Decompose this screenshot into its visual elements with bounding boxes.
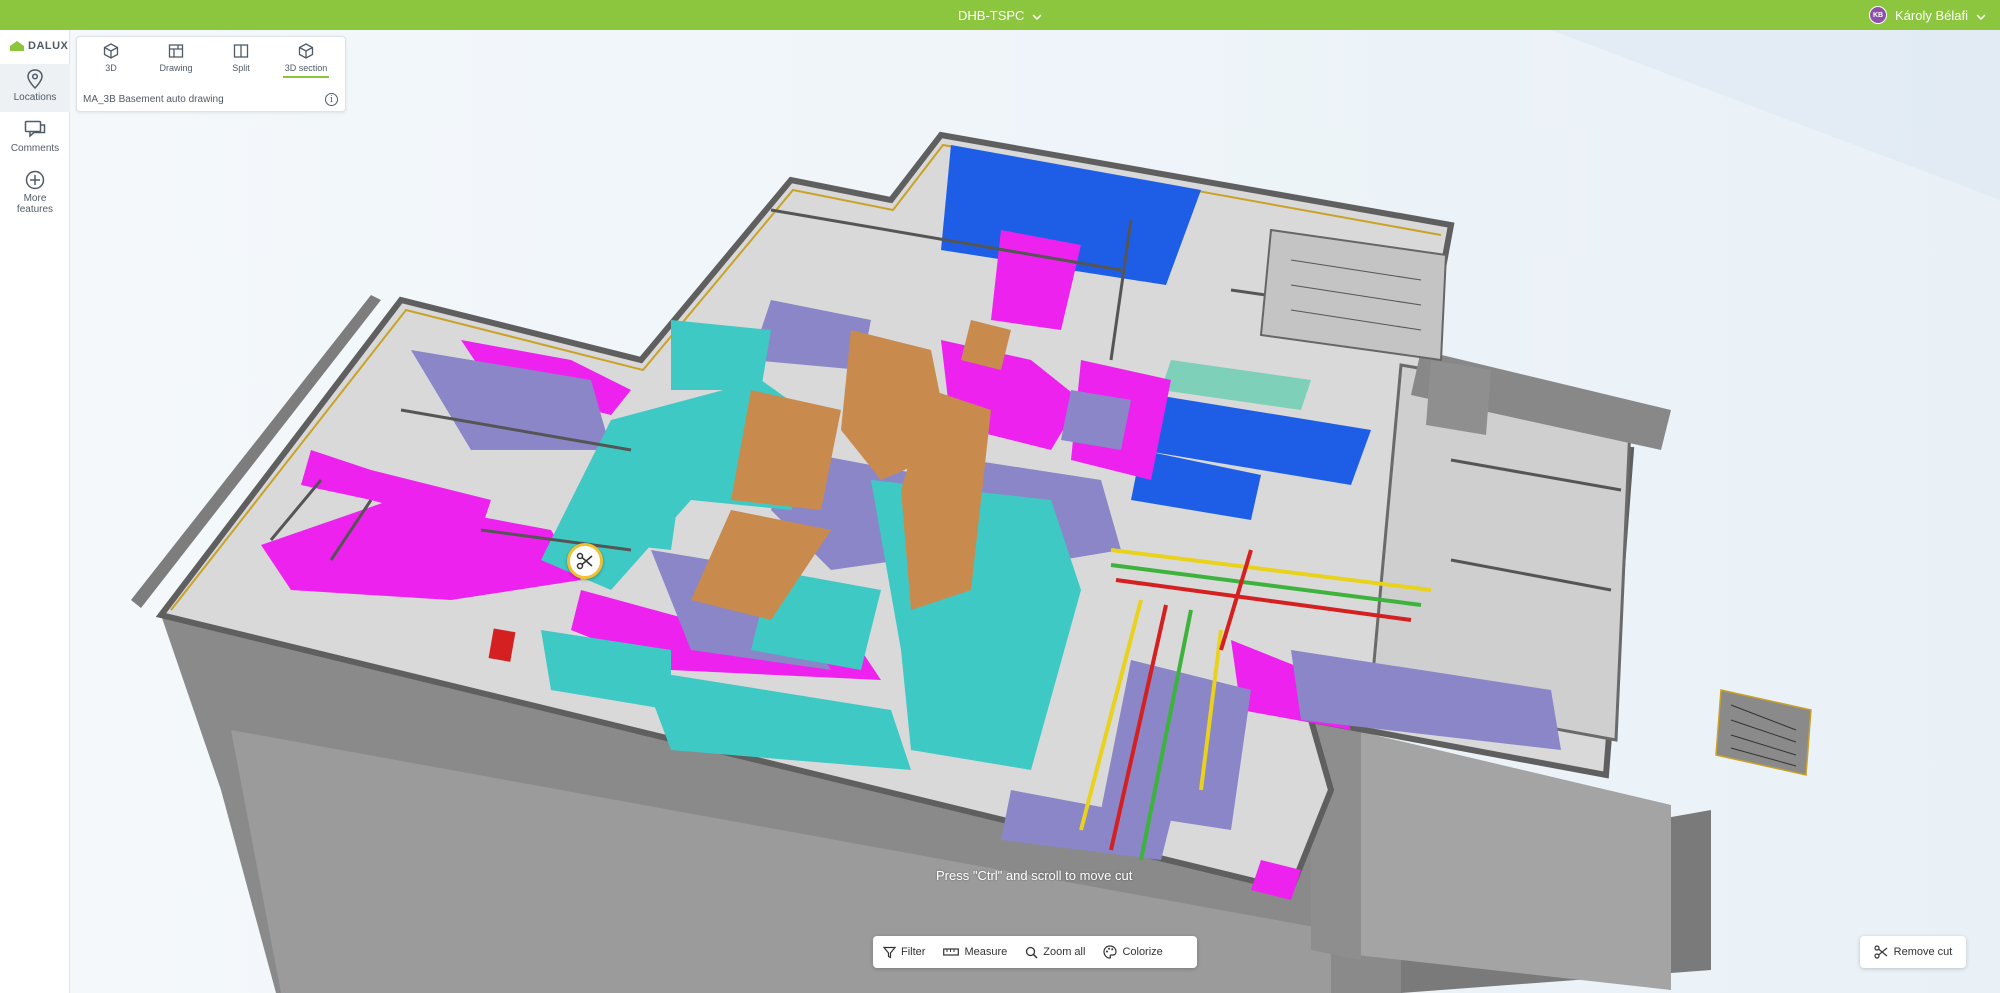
project-selector[interactable]: DHB-TSPC bbox=[958, 0, 1042, 30]
move-cut-hint: Press "Ctrl" and scroll to move cut bbox=[936, 868, 1133, 883]
scissors-icon bbox=[1874, 945, 1888, 959]
cube-icon bbox=[103, 43, 119, 59]
view-mode-panel: 3D Drawing Split 3D section MA_3B Baseme… bbox=[76, 36, 346, 112]
left-sidebar: DALUX Locations Comments More features bbox=[0, 30, 70, 993]
info-icon[interactable]: i bbox=[325, 93, 338, 106]
map-pin-icon bbox=[27, 69, 43, 89]
section-cut-handle[interactable] bbox=[567, 543, 603, 579]
tab-3d-section[interactable]: 3D section bbox=[278, 43, 334, 78]
drawing-icon bbox=[168, 44, 184, 58]
ruler-icon bbox=[943, 948, 960, 956]
sidebar-item-locations[interactable]: Locations bbox=[0, 64, 70, 112]
location-name: MA_3B Basement auto drawing bbox=[83, 94, 224, 105]
split-icon bbox=[233, 44, 249, 58]
user-menu[interactable]: KB Károly Bélafi bbox=[1869, 0, 1986, 30]
house-logo-icon bbox=[10, 41, 24, 51]
tab-drawing[interactable]: Drawing bbox=[148, 43, 204, 73]
building-3d-model[interactable] bbox=[71, 30, 2000, 993]
filter-icon bbox=[883, 946, 896, 958]
remove-cut-button[interactable]: Remove cut bbox=[1860, 936, 1966, 968]
filter-button[interactable]: Filter bbox=[883, 946, 925, 959]
scissors-icon bbox=[576, 552, 593, 570]
chevron-down-icon bbox=[1976, 8, 1986, 23]
sidebar-item-more-features[interactable]: More features bbox=[0, 170, 70, 226]
dalux-logo: DALUX bbox=[9, 40, 68, 52]
section-cube-icon bbox=[298, 43, 314, 59]
sidebar-item-label: More features bbox=[16, 193, 54, 215]
bottom-toolbar: Filter Measure Zoom all Colorize bbox=[873, 936, 1197, 968]
project-name: DHB-TSPC bbox=[958, 7, 1025, 23]
search-icon bbox=[1026, 946, 1038, 959]
plus-circle-icon bbox=[25, 170, 45, 190]
measure-button[interactable]: Measure bbox=[943, 946, 1007, 958]
user-name: Károly Bélafi bbox=[1895, 7, 1968, 23]
sidebar-item-label: Comments bbox=[10, 143, 60, 154]
comment-icon bbox=[24, 120, 46, 138]
sidebar-item-label: Locations bbox=[13, 92, 57, 103]
avatar: KB bbox=[1869, 6, 1888, 24]
colorize-button[interactable]: Colorize bbox=[1103, 945, 1163, 959]
tab-split[interactable]: Split bbox=[213, 43, 269, 73]
palette-icon bbox=[1103, 945, 1118, 959]
sidebar-item-comments[interactable]: Comments bbox=[0, 120, 70, 164]
tab-3d[interactable]: 3D bbox=[83, 43, 139, 73]
zoom-all-button[interactable]: Zoom all bbox=[1025, 946, 1085, 959]
3d-viewport[interactable] bbox=[71, 30, 2000, 993]
chevron-down-icon bbox=[1032, 8, 1042, 23]
